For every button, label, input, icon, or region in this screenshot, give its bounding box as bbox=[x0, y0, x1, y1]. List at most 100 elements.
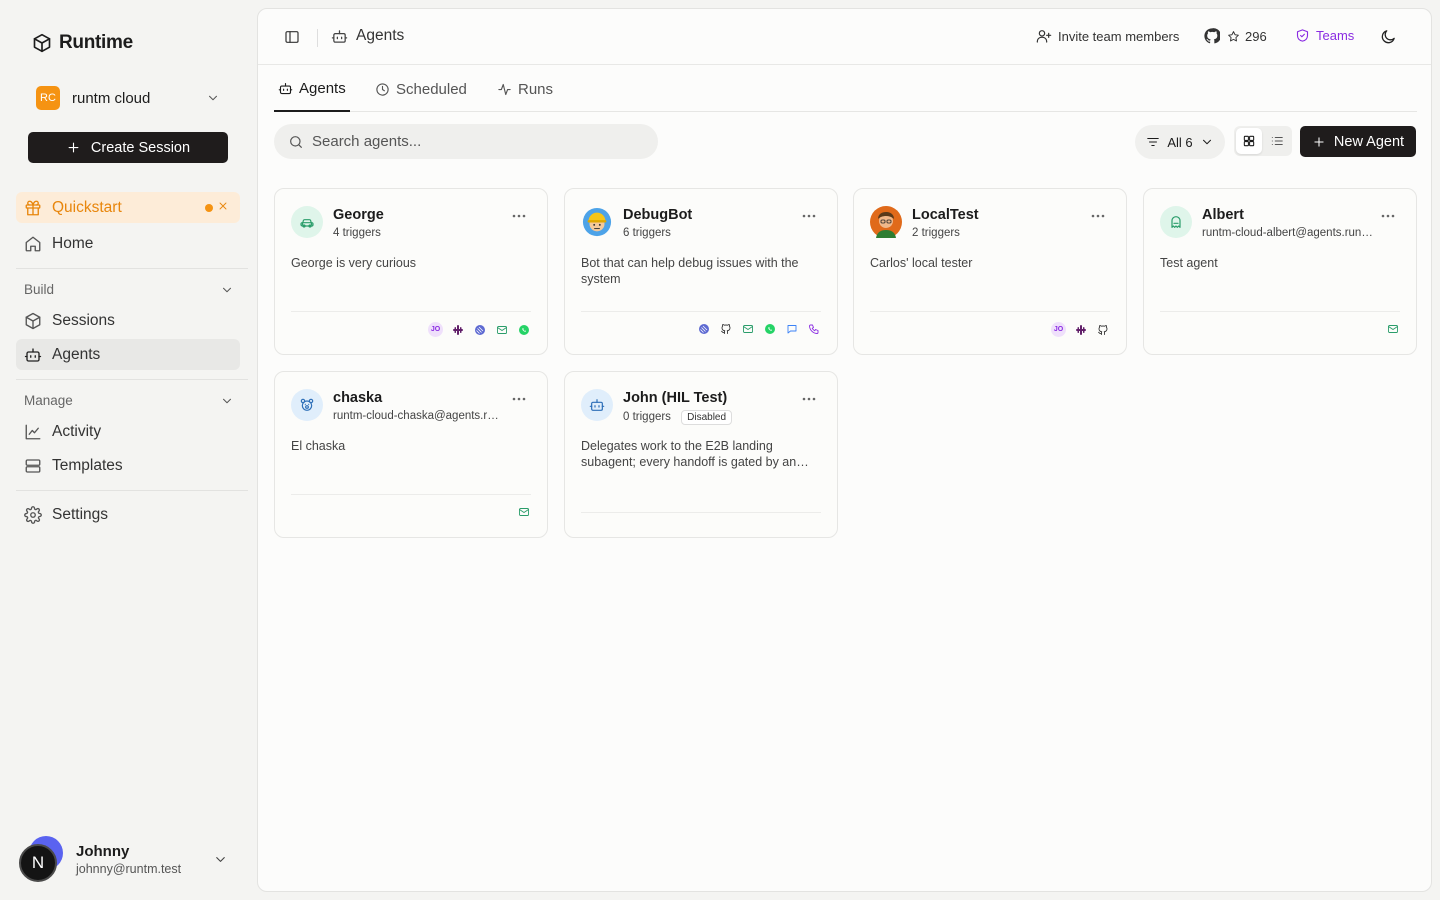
section-manage-label: Manage bbox=[24, 393, 73, 408]
gift-icon bbox=[25, 200, 41, 215]
search-icon bbox=[290, 135, 302, 148]
org-badge: RC bbox=[36, 86, 60, 110]
sidebar-item-quickstart[interactable]: Quickstart bbox=[16, 192, 240, 223]
chevron-down-icon bbox=[222, 398, 232, 403]
user-info: Johnny johnny@runtm.test bbox=[76, 843, 213, 876]
sidebar-toggle-button[interactable] bbox=[284, 29, 302, 47]
gear-icon bbox=[24, 505, 42, 524]
integration-icons bbox=[517, 505, 531, 519]
org-name: runtm cloud bbox=[72, 89, 151, 107]
github-stars-link[interactable]: 296 bbox=[1204, 28, 1267, 44]
create-session-button[interactable]: Create Session bbox=[28, 132, 228, 163]
ghost-icon bbox=[1171, 216, 1181, 228]
card-divider bbox=[581, 512, 821, 513]
chart-line-icon bbox=[25, 424, 41, 439]
agent-avatar bbox=[581, 206, 613, 238]
new-agent-button[interactable]: New Agent bbox=[1300, 126, 1416, 157]
tab-agents-label: Agents bbox=[299, 79, 346, 97]
tab-agents[interactable]: Agents bbox=[274, 66, 350, 112]
worker-avatar-icon bbox=[582, 207, 612, 237]
user-menu[interactable]: N Johnny johnny@runtm.test bbox=[18, 834, 240, 884]
user-email: johnny@runtm.test bbox=[76, 861, 182, 876]
chevron-down-icon bbox=[216, 856, 225, 862]
more-horizontal-icon bbox=[1091, 214, 1105, 218]
plus-icon bbox=[1314, 136, 1324, 147]
agent-card[interactable]: Albert runtm-cloud-albert@agents.runtm.t… bbox=[1143, 188, 1417, 355]
theme-toggle-button[interactable] bbox=[1380, 28, 1398, 46]
jo-icon: JO bbox=[428, 322, 443, 337]
more-options-button[interactable] bbox=[1380, 211, 1398, 221]
chevron-down-icon bbox=[222, 287, 232, 292]
sidebar-item-sessions[interactable]: Sessions bbox=[16, 305, 240, 336]
org-switcher[interactable]: RC runtm cloud bbox=[28, 82, 228, 114]
agent-card[interactable]: LocalTest 2 triggers Carlos' local teste… bbox=[853, 188, 1127, 355]
more-options-button[interactable] bbox=[801, 394, 819, 404]
tab-scheduled[interactable]: Scheduled bbox=[375, 66, 467, 112]
sessions-label: Sessions bbox=[52, 311, 115, 329]
templates-label: Templates bbox=[52, 456, 123, 474]
tab-bar: Agents Scheduled Runs bbox=[274, 66, 1417, 112]
sidebar-item-agents[interactable]: Agents bbox=[16, 339, 240, 370]
agent-triggers: 0 triggers bbox=[623, 411, 671, 423]
agent-description: George is very curious bbox=[291, 256, 417, 270]
more-horizontal-icon bbox=[802, 397, 816, 401]
sidebar-item-settings[interactable]: Settings bbox=[16, 499, 240, 530]
filter-label: All 6 bbox=[1167, 134, 1193, 150]
settings-label: Settings bbox=[52, 505, 109, 523]
brand[interactable]: Runtime bbox=[32, 32, 133, 54]
bear-icon bbox=[300, 398, 314, 411]
agent-description: Carlos' local tester bbox=[870, 256, 973, 270]
agent-card[interactable]: DebugBot 6 triggers Bot that can help de… bbox=[564, 188, 838, 355]
more-options-button[interactable] bbox=[511, 211, 529, 221]
agent-name: LocalTest bbox=[912, 207, 979, 223]
breadcrumb: Agents bbox=[331, 27, 404, 45]
more-options-button[interactable] bbox=[511, 394, 529, 404]
agent-card[interactable]: George 4 triggers George is very curious… bbox=[274, 188, 548, 355]
slack-icon bbox=[1074, 323, 1088, 337]
search-bar bbox=[274, 124, 658, 159]
agent-name: DebugBot bbox=[623, 207, 693, 223]
cube-logo-icon bbox=[33, 33, 51, 53]
grid-view-button[interactable] bbox=[1236, 128, 1262, 154]
integration-icons bbox=[697, 322, 821, 336]
more-options-button[interactable] bbox=[801, 211, 819, 221]
teams-button[interactable]: Teams bbox=[1295, 28, 1354, 43]
agent-triggers: 6 triggers bbox=[623, 227, 671, 239]
topbar: Agents Invite team members 296 Teams bbox=[258, 9, 1431, 65]
agent-description: El chaska bbox=[291, 439, 346, 453]
close-icon bbox=[219, 202, 227, 210]
invite-team-button[interactable]: Invite team members bbox=[1036, 28, 1179, 44]
agent-card[interactable]: John (HIL Test) 0 triggers Disabled Dele… bbox=[564, 371, 838, 538]
agents-label: Agents bbox=[52, 345, 101, 363]
home-label: Home bbox=[52, 234, 94, 252]
section-manage[interactable]: Manage bbox=[24, 393, 234, 408]
status-badge: Disabled bbox=[681, 410, 733, 425]
card-divider bbox=[291, 494, 531, 495]
integration-icons: JO bbox=[1051, 322, 1110, 337]
sidebar-item-home[interactable]: Home bbox=[16, 228, 240, 259]
card-divider bbox=[291, 311, 531, 312]
bot-icon bbox=[589, 399, 605, 411]
agent-avatar bbox=[870, 206, 902, 238]
notification-dot bbox=[205, 204, 213, 212]
agent-name: chaska bbox=[333, 390, 383, 406]
agent-card[interactable]: chaska runtm-cloud-chaska@agents.runtm.t… bbox=[274, 371, 548, 538]
more-options-button[interactable] bbox=[1090, 211, 1108, 221]
list-view-button[interactable] bbox=[1264, 128, 1290, 154]
search-input[interactable] bbox=[312, 133, 632, 150]
plus-icon bbox=[68, 142, 79, 153]
sidebar-divider bbox=[16, 490, 248, 491]
tab-runs[interactable]: Runs bbox=[497, 66, 553, 112]
sidebar-item-templates[interactable]: Templates bbox=[16, 450, 240, 481]
card-divider bbox=[870, 311, 1110, 312]
sidebar-item-activity[interactable]: Activity bbox=[16, 416, 240, 447]
agent-description: Test agent bbox=[1160, 256, 1218, 270]
section-build[interactable]: Build bbox=[24, 282, 234, 297]
card-divider bbox=[581, 311, 821, 312]
dismiss-quickstart-button[interactable] bbox=[217, 200, 231, 214]
panel-left-icon bbox=[285, 31, 299, 43]
agent-email: runtm-cloud-albert@agents.runtm.test bbox=[1202, 227, 1374, 239]
more-horizontal-icon bbox=[512, 397, 526, 401]
main-panel: Agents Invite team members 296 Teams Age… bbox=[257, 8, 1432, 892]
filter-dropdown[interactable]: All 6 bbox=[1135, 125, 1225, 159]
